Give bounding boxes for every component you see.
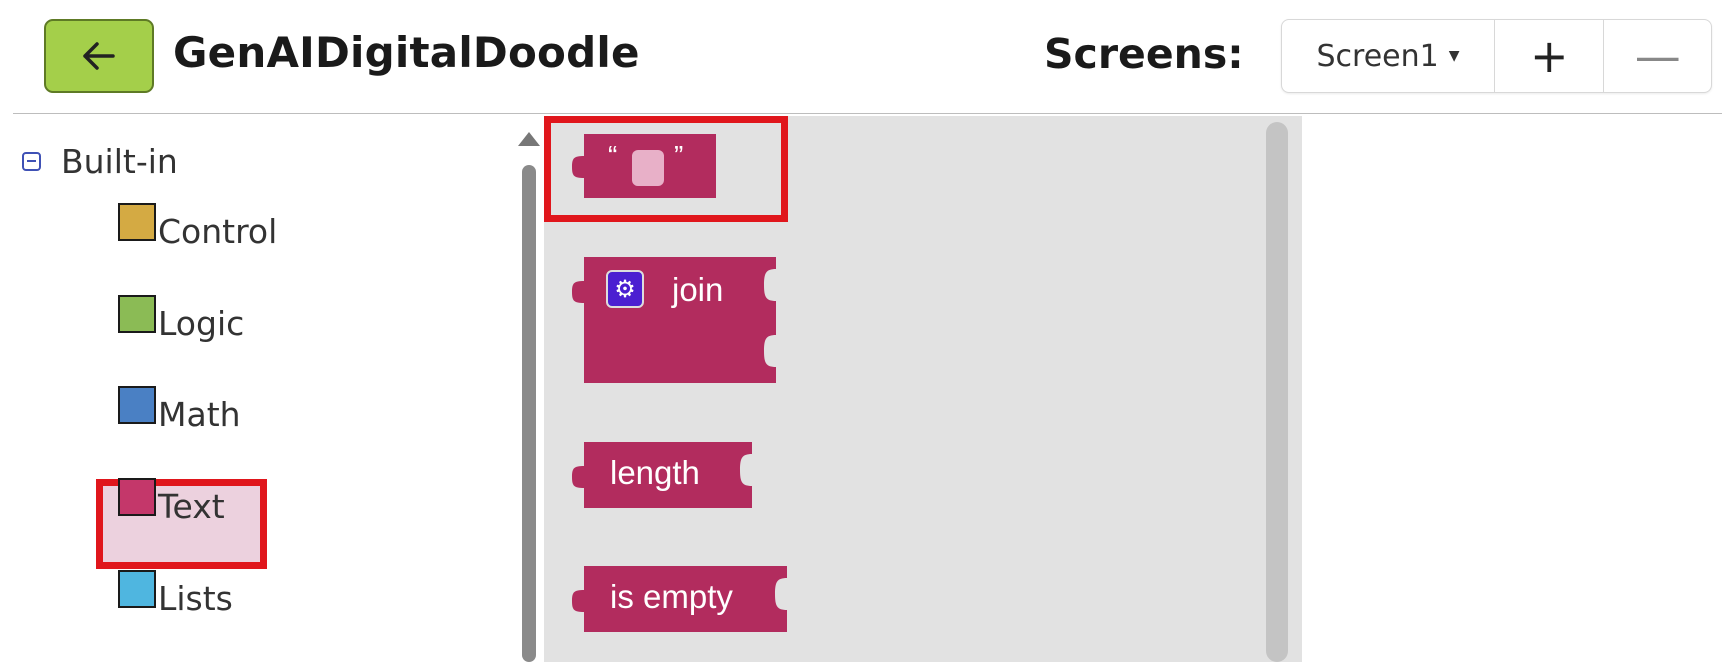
control-color-swatch (118, 203, 156, 241)
length-label: length (610, 454, 700, 491)
join-block[interactable]: ⚙ join (562, 255, 782, 385)
top-bar: GenAIDigitalDoodle Screens: Screen1 ▼ + … (0, 0, 1722, 113)
text-color-swatch (118, 478, 156, 516)
category-label: Control (158, 212, 278, 251)
category-label: Lists (158, 579, 233, 618)
math-color-swatch (118, 386, 156, 424)
builtin-group-header[interactable]: Built-in (22, 142, 178, 181)
palette-scrollbar[interactable] (522, 165, 536, 662)
join-label: join (672, 271, 724, 308)
category-lists[interactable]: Lists (118, 569, 233, 618)
lists-color-swatch (118, 570, 156, 608)
collapse-icon[interactable] (22, 152, 41, 171)
text-block-highlight (544, 116, 788, 222)
category-label: Logic (158, 304, 245, 343)
screen-dropdown-value: Screen1 (1316, 38, 1439, 74)
is-empty-block[interactable]: is empty (562, 564, 792, 634)
screens-toolbar: Screen1 ▼ + — (1281, 19, 1712, 93)
is-empty-label: is empty (610, 578, 733, 615)
category-logic[interactable]: Logic (118, 294, 244, 343)
blocks-palette: Built-in Control Logic Math Text Lists (0, 114, 515, 662)
caret-down-icon: ▼ (1448, 48, 1460, 64)
project-title: GenAIDigitalDoodle (173, 28, 640, 77)
logic-color-swatch (118, 295, 156, 333)
category-label: Text (158, 487, 225, 526)
add-screen-button[interactable]: + (1495, 20, 1605, 92)
screens-label: Screens: (1044, 30, 1244, 78)
screen-dropdown[interactable]: Screen1 ▼ (1282, 20, 1495, 92)
gear-icon[interactable]: ⚙ (606, 270, 644, 308)
category-text[interactable]: Text (118, 477, 225, 526)
category-control[interactable]: Control (118, 202, 277, 251)
scroll-up-arrow-icon[interactable] (518, 132, 540, 146)
remove-screen-button[interactable]: — (1604, 20, 1711, 92)
flyout-scrollbar[interactable] (1266, 122, 1288, 662)
back-button[interactable] (44, 19, 154, 93)
arrow-left-icon (83, 42, 115, 70)
builtin-label: Built-in (61, 142, 178, 181)
length-block[interactable]: length (562, 440, 762, 510)
category-label: Math (158, 395, 241, 434)
category-math[interactable]: Math (118, 385, 241, 434)
